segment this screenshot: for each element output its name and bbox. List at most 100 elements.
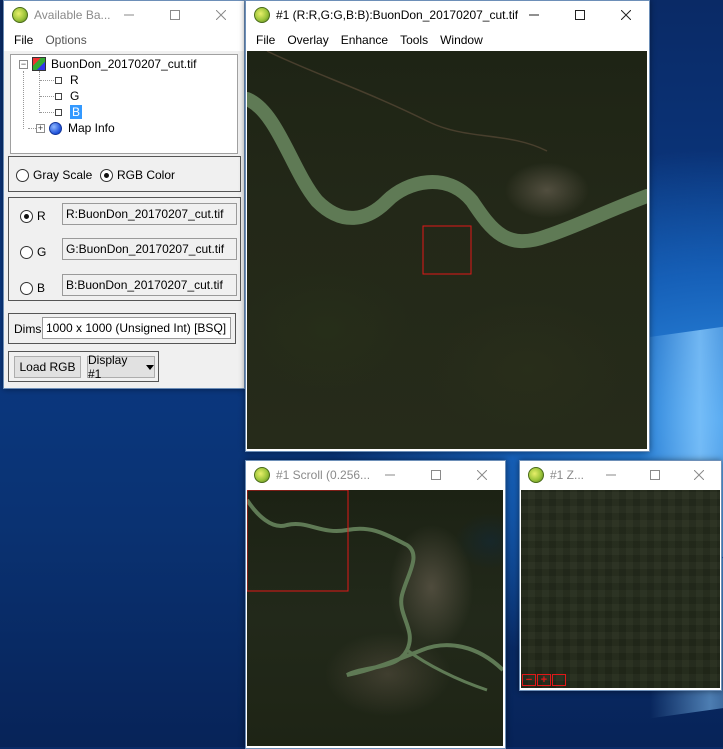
channel-g-radio[interactable]	[20, 245, 33, 259]
gray-scale-radio[interactable]	[16, 168, 29, 182]
scroll-window-title: #1 Scroll (0.256...	[276, 468, 371, 482]
menu-file[interactable]: File	[250, 33, 281, 47]
road	[266, 51, 548, 152]
tree-item-band-b[interactable]: B	[53, 104, 83, 120]
minimize-icon	[124, 14, 134, 16]
view-region-box	[247, 490, 349, 592]
zoom-in-button[interactable]: +	[537, 674, 551, 686]
tree-item-band-r[interactable]: R	[53, 72, 79, 88]
tree-item-map-info[interactable]: + Map Info	[36, 120, 115, 136]
zoom-titlebar[interactable]: #1 Z...	[520, 461, 721, 489]
rgb-color-radio[interactable]	[100, 168, 113, 182]
band-g-label: G	[70, 89, 80, 103]
zoom-out-button[interactable]: −	[522, 674, 536, 686]
maximize-button[interactable]	[557, 1, 603, 29]
rgb-color-label: RGB Color	[117, 168, 176, 182]
river	[247, 498, 503, 677]
minimize-button[interactable]	[106, 1, 152, 29]
dims-label: Dims	[14, 322, 42, 336]
dims-group: Dims 1000 x 1000 (Unsigned Int) [BSQ]	[8, 313, 236, 344]
channel-g-option[interactable]: G	[20, 245, 46, 259]
rgb-color-option[interactable]: RGB Color	[100, 168, 175, 182]
menu-enhance[interactable]: Enhance	[335, 33, 394, 47]
globe-icon	[49, 121, 62, 135]
main-titlebar[interactable]: #1 (R:R,G:G,B:B):BuonDon_20170207_cut.ti…	[246, 1, 649, 29]
tree-item-band-g[interactable]: G	[53, 88, 79, 104]
minimize-button[interactable]	[511, 1, 557, 29]
main-menubar: File Overlay Enhance Tools Window	[246, 29, 649, 51]
minimize-button[interactable]	[589, 461, 633, 489]
main-window-title: #1 (R:R,G:G,B:B):BuonDon_20170207_cut.ti…	[276, 8, 519, 22]
menu-tools[interactable]: Tools	[394, 33, 434, 47]
band-r-label: R	[70, 73, 79, 87]
tree-file-label: BuonDon_20170207_cut.tif	[51, 57, 197, 71]
maximize-icon	[650, 470, 660, 480]
maximize-button[interactable]	[152, 1, 198, 29]
maximize-button[interactable]	[413, 461, 459, 489]
collapse-icon[interactable]: −	[19, 59, 28, 69]
image-canvas[interactable]	[247, 51, 647, 449]
scroll-canvas[interactable]	[247, 490, 503, 746]
band-tree: − BuonDon_20170207_cut.tif R G B + Map I…	[10, 54, 238, 154]
channel-r-label: R	[37, 209, 46, 223]
dims-field: 1000 x 1000 (Unsigned Int) [BSQ]	[42, 317, 231, 339]
gray-scale-option[interactable]: Gray Scale	[16, 168, 92, 182]
expand-icon[interactable]: +	[36, 123, 45, 133]
envi-app-icon	[528, 467, 544, 483]
close-icon	[216, 10, 226, 20]
crosshair-toggle-button[interactable]	[552, 674, 566, 686]
zoom-window-title: #1 Z...	[550, 468, 585, 482]
minimize-button[interactable]	[367, 461, 413, 489]
close-icon	[477, 470, 487, 480]
bands-titlebar[interactable]: Available Ba...	[4, 1, 244, 29]
maximize-button[interactable]	[633, 461, 677, 489]
main-image-window: #1 (R:R,G:G,B:B):BuonDon_20170207_cut.ti…	[245, 0, 650, 452]
zoom-canvas[interactable]: − +	[521, 490, 720, 688]
maximize-icon	[170, 10, 180, 20]
close-icon	[694, 470, 704, 480]
maximize-icon	[431, 470, 441, 480]
tree-item-file[interactable]: − BuonDon_20170207_cut.tif	[19, 56, 196, 72]
channel-g-field[interactable]: G:BuonDon_20170207_cut.tif	[62, 238, 237, 260]
channel-b-radio[interactable]	[20, 281, 33, 295]
menu-file[interactable]: File	[8, 33, 39, 47]
display-dropdown[interactable]: Display #1	[87, 353, 155, 381]
menu-options[interactable]: Options	[39, 33, 92, 47]
close-icon	[621, 10, 631, 20]
zoom-window: #1 Z... − +	[519, 460, 722, 691]
close-button[interactable]	[677, 461, 721, 489]
minimize-icon	[529, 14, 539, 16]
envi-app-icon	[254, 7, 270, 23]
envi-app-icon	[254, 467, 270, 483]
menu-window[interactable]: Window	[434, 33, 489, 47]
close-button[interactable]	[198, 1, 244, 29]
load-rgb-button[interactable]: Load RGB	[14, 356, 81, 378]
maximize-icon	[575, 10, 585, 20]
channel-b-field[interactable]: B:BuonDon_20170207_cut.tif	[62, 274, 237, 296]
channel-g-label: G	[37, 245, 47, 259]
chevron-down-icon	[146, 364, 154, 370]
available-bands-window: Available Ba... File Options − BuonDon_2…	[3, 0, 245, 389]
image-overlay	[247, 51, 647, 275]
channel-b-label: B	[37, 281, 46, 295]
close-button[interactable]	[603, 1, 649, 29]
minimize-icon	[385, 474, 395, 476]
bands-window-title: Available Ba...	[34, 8, 111, 22]
close-button[interactable]	[459, 461, 505, 489]
bands-menubar: File Options	[4, 29, 244, 51]
map-info-label: Map Info	[68, 121, 115, 135]
channel-b-option[interactable]: B	[20, 281, 45, 295]
band-icon	[55, 92, 62, 100]
band-b-label: B	[70, 105, 83, 119]
menu-overlay[interactable]: Overlay	[281, 33, 334, 47]
scroll-titlebar[interactable]: #1 Scroll (0.256...	[246, 461, 505, 489]
channel-r-field[interactable]: R:BuonDon_20170207_cut.tif	[62, 203, 237, 225]
color-mode-group: Gray Scale RGB Color	[8, 156, 241, 192]
minimize-icon	[606, 474, 616, 476]
scroll-overlay	[247, 490, 503, 692]
load-group: Load RGB Display #1	[8, 351, 159, 382]
band-icon	[55, 76, 62, 84]
channel-r-radio[interactable]	[20, 209, 33, 223]
raster-file-icon	[32, 57, 46, 71]
channel-r-option[interactable]: R	[20, 209, 46, 223]
